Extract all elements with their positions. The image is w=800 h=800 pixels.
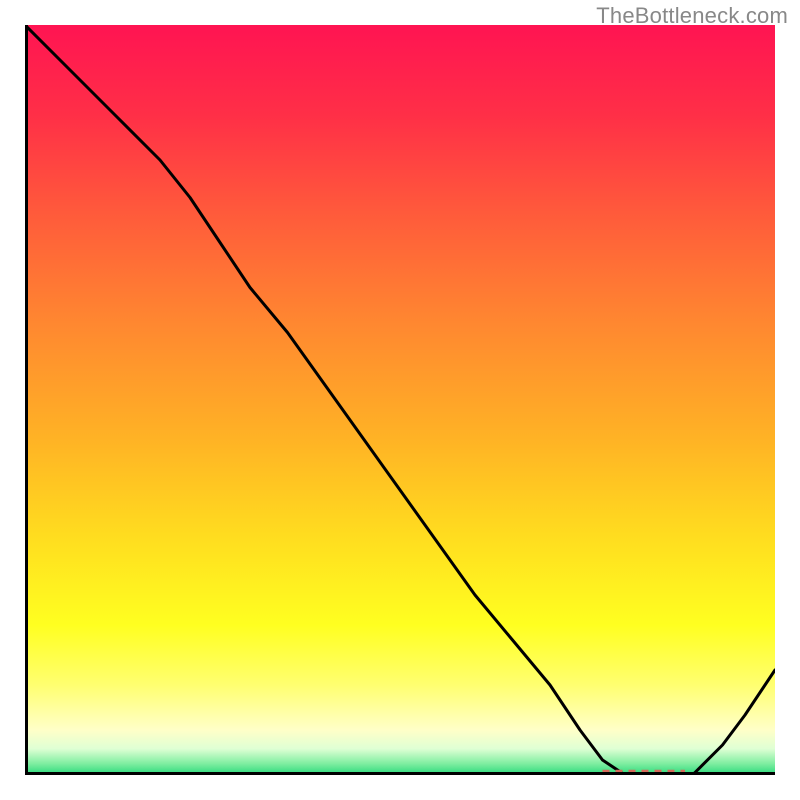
plot-area bbox=[25, 25, 775, 775]
x-axis bbox=[25, 772, 775, 775]
curve-layer bbox=[25, 25, 775, 775]
chart-container: TheBottleneck.com bbox=[0, 0, 800, 800]
bottleneck-curve bbox=[25, 25, 775, 775]
y-axis bbox=[25, 25, 28, 775]
